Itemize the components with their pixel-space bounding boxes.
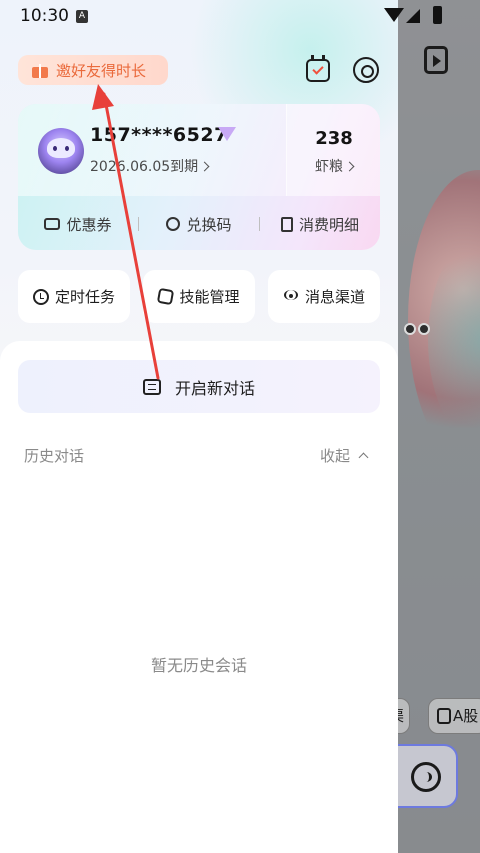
document-icon xyxy=(437,708,451,724)
new-chat-button[interactable]: 开启新对话 xyxy=(18,360,380,413)
status-time: 10:30 xyxy=(20,6,69,26)
chat-bubble-icon xyxy=(142,378,161,395)
puzzle-icon xyxy=(157,287,175,306)
settings-button[interactable] xyxy=(352,56,380,84)
signal-icon xyxy=(406,9,420,23)
redeem-code-link[interactable]: 兑换码 xyxy=(139,214,259,235)
points-area[interactable] xyxy=(286,104,380,196)
account-links-row: 优惠券 兑换码 消费明细 xyxy=(18,204,380,244)
mascot-eyes xyxy=(404,320,434,335)
ticket-icon xyxy=(44,218,61,230)
history-panel xyxy=(0,341,398,853)
notification-icon: A xyxy=(76,10,88,23)
diamond-vip-icon xyxy=(218,127,236,143)
history-title: 历史对话 xyxy=(24,447,85,465)
gift-icon xyxy=(32,62,48,78)
chevron-up-icon xyxy=(358,452,369,463)
invite-friends-button[interactable]: 邀好友得时长 xyxy=(18,55,168,85)
avatar[interactable] xyxy=(38,128,84,174)
message-channels-button[interactable]: 消息渠道 xyxy=(268,270,380,323)
voice-input-icon[interactable] xyxy=(411,762,441,792)
battery-icon xyxy=(433,6,442,24)
membership-expire[interactable]: 2026.06.05到期 xyxy=(90,156,210,176)
video-play-icon[interactable] xyxy=(424,46,448,74)
empty-history-text: 暂无历史会话 xyxy=(150,656,247,675)
alarm-clock-icon xyxy=(32,288,49,305)
settings-ring-icon xyxy=(353,57,379,83)
points-value: 238 xyxy=(315,128,353,149)
chevron-right-icon xyxy=(199,161,210,172)
points-link[interactable]: 虾粮 xyxy=(304,156,364,176)
receipt-icon xyxy=(280,216,293,232)
status-bar: 10:30 A xyxy=(0,0,480,32)
calendar-check-icon xyxy=(306,55,330,82)
background-chip-a-share[interactable]: A股 xyxy=(428,698,480,734)
key-icon xyxy=(166,217,181,231)
invite-friends-label: 邀好友得时长 xyxy=(56,61,147,80)
broadcast-icon xyxy=(283,289,299,305)
coupon-link[interactable]: 优惠券 xyxy=(18,214,138,235)
skills-management-button[interactable]: 技能管理 xyxy=(143,270,255,323)
background-artwork xyxy=(398,150,480,550)
scheduled-tasks-button[interactable]: 定时任务 xyxy=(18,270,130,323)
collapse-history-button[interactable]: 收起 xyxy=(320,445,369,466)
checkin-calendar-button[interactable] xyxy=(304,55,332,84)
billing-details-link[interactable]: 消费明细 xyxy=(260,214,380,235)
wifi-icon xyxy=(384,8,404,22)
chevron-right-icon xyxy=(344,161,355,172)
account-phone: 157****6527 xyxy=(90,124,228,146)
